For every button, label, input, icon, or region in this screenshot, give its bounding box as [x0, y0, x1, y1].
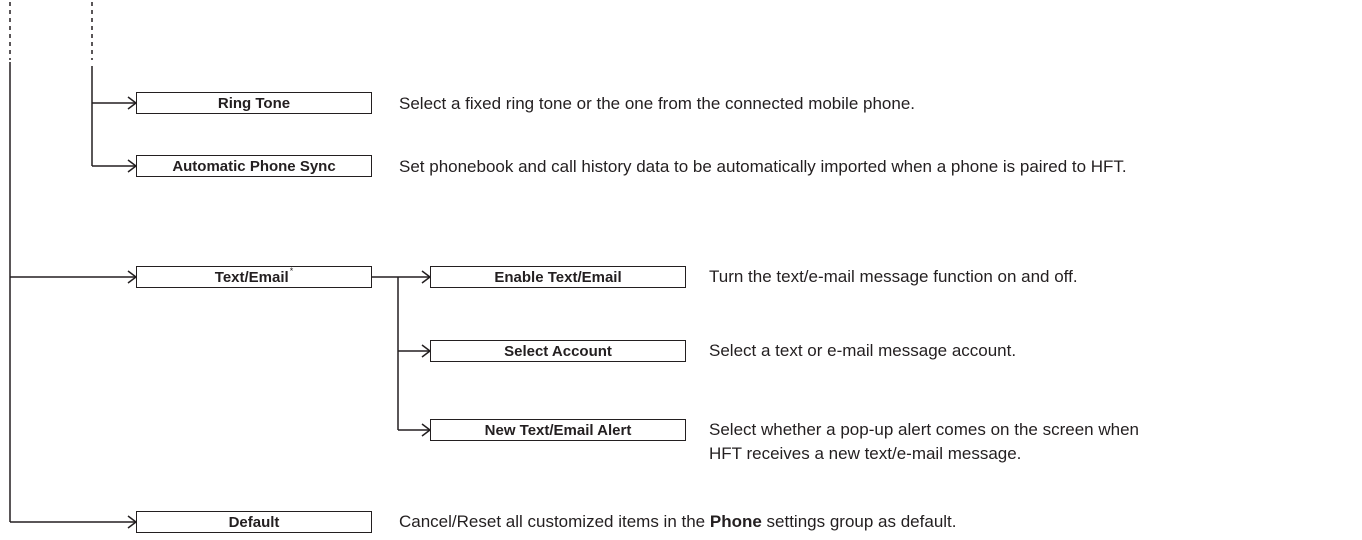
automatic-phone-sync-label: Automatic Phone Sync: [172, 157, 336, 175]
enable-text-email-item[interactable]: Enable Text/Email: [430, 266, 686, 288]
new-alert-desc-line2: HFT receives a new text/e-mail message.: [709, 444, 1022, 463]
default-desc-bold: Phone: [709, 512, 762, 531]
select-account-description: Select a text or e-mail message account.: [709, 341, 1017, 360]
default-desc-after: settings group as default.: [761, 512, 957, 531]
footnote-mark: *: [289, 265, 294, 276]
default-item[interactable]: Default: [136, 511, 372, 533]
enable-text-email-description: Turn the text/e-mail message function on…: [709, 267, 1078, 286]
ring-tone-label: Ring Tone: [217, 94, 291, 112]
default-desc-before: Cancel/Reset all customized items in the: [399, 512, 710, 531]
select-account-label: Select Account: [504, 342, 612, 360]
new-text-email-alert-description: Select whether a pop-up alert comes on t…: [709, 418, 1349, 466]
automatic-phone-sync-description: Set phonebook and call history data to b…: [399, 157, 1127, 176]
ring-tone-item[interactable]: Ring Tone: [136, 92, 372, 114]
new-text-email-alert-label: New Text/Email Alert: [484, 421, 632, 439]
new-text-email-alert-item[interactable]: New Text/Email Alert: [430, 419, 686, 441]
automatic-phone-sync-item[interactable]: Automatic Phone Sync: [136, 155, 372, 177]
default-description: Cancel/Reset all customized items in the…: [399, 510, 1349, 534]
select-account-item[interactable]: Select Account: [430, 340, 686, 362]
ring-tone-description: Select a fixed ring tone or the one from…: [399, 94, 915, 113]
new-alert-desc-line1: Select whether a pop-up alert comes on t…: [709, 420, 1139, 439]
text-email-label: Text/Email: [214, 268, 289, 286]
default-label: Default: [228, 513, 280, 531]
enable-text-email-label: Enable Text/Email: [494, 268, 622, 286]
text-email-item[interactable]: Text/Email *: [136, 266, 372, 288]
